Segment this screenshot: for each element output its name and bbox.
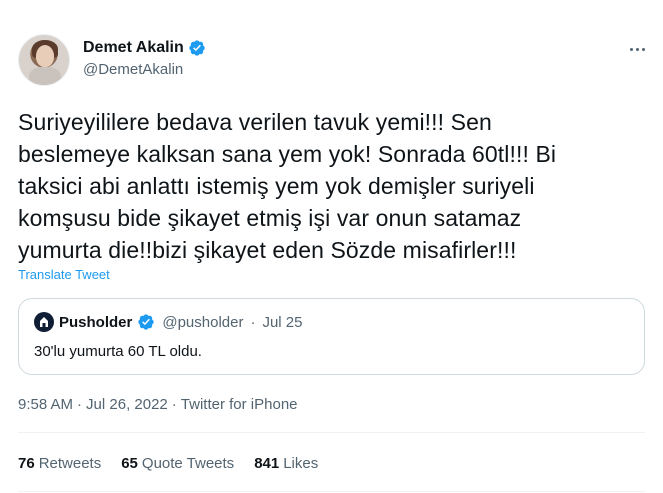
author-handle[interactable]: @DemetAkalin bbox=[83, 61, 183, 78]
engagement-stats: 76 Retweets 65 Quote Tweets 841 Likes bbox=[18, 455, 318, 472]
quoted-tweet-header: Pusholder @pusholder · Jul 25 bbox=[34, 312, 303, 332]
quote-tweets-count: 65 bbox=[121, 455, 138, 472]
quote-tweets-stat[interactable]: 65 Quote Tweets bbox=[121, 455, 234, 472]
verified-badge-icon bbox=[138, 314, 155, 330]
retweets-stat[interactable]: 76 Retweets bbox=[18, 455, 101, 472]
tweet-text: Suriyeyililere bedava verilen tavuk yemi… bbox=[18, 109, 557, 263]
likes-stat[interactable]: 841 Likes bbox=[254, 455, 318, 472]
quote-tweets-label: Quote Tweets bbox=[141, 455, 235, 472]
quoted-author-handle: @pusholder bbox=[162, 313, 244, 331]
quoted-tweet-text: 30'lu yumurta 60 TL oldu. bbox=[34, 343, 202, 360]
pusholder-logo-icon bbox=[40, 317, 48, 327]
tweet: Demet Akalin @DemetAkalin Suriyeyililere… bbox=[0, 0, 663, 493]
quoted-tweet-date: Jul 25 bbox=[262, 313, 303, 331]
quoted-tweet[interactable]: Pusholder @pusholder · Jul 25 30'lu yumu… bbox=[18, 298, 645, 375]
likes-label: Likes bbox=[283, 455, 319, 472]
retweets-count: 76 bbox=[18, 455, 35, 472]
divider bbox=[18, 432, 645, 433]
dot-separator: · bbox=[250, 313, 256, 331]
retweets-label: Retweets bbox=[38, 455, 102, 472]
dot-separator: · bbox=[171, 396, 177, 413]
tweet-source[interactable]: Twitter for iPhone bbox=[181, 396, 298, 413]
quoted-author-avatar bbox=[34, 312, 54, 332]
more-options-icon[interactable] bbox=[626, 38, 648, 60]
verified-badge-icon bbox=[189, 40, 205, 56]
author-name-row: Demet Akalin bbox=[83, 37, 206, 59]
tweet-metadata: 9:58 AM · Jul 26, 2022 · Twitter for iPh… bbox=[18, 396, 298, 413]
quoted-author-name: Pusholder bbox=[59, 313, 133, 331]
avatar[interactable] bbox=[18, 34, 70, 86]
tweet-time[interactable]: 9:58 AM bbox=[18, 396, 73, 413]
translate-tweet-link[interactable]: Translate Tweet bbox=[18, 267, 110, 282]
dot-separator: · bbox=[77, 396, 83, 413]
author-display-name[interactable]: Demet Akalin bbox=[83, 39, 184, 57]
likes-count: 841 bbox=[254, 455, 280, 472]
divider bbox=[18, 491, 645, 492]
tweet-date[interactable]: Jul 26, 2022 bbox=[86, 396, 168, 413]
